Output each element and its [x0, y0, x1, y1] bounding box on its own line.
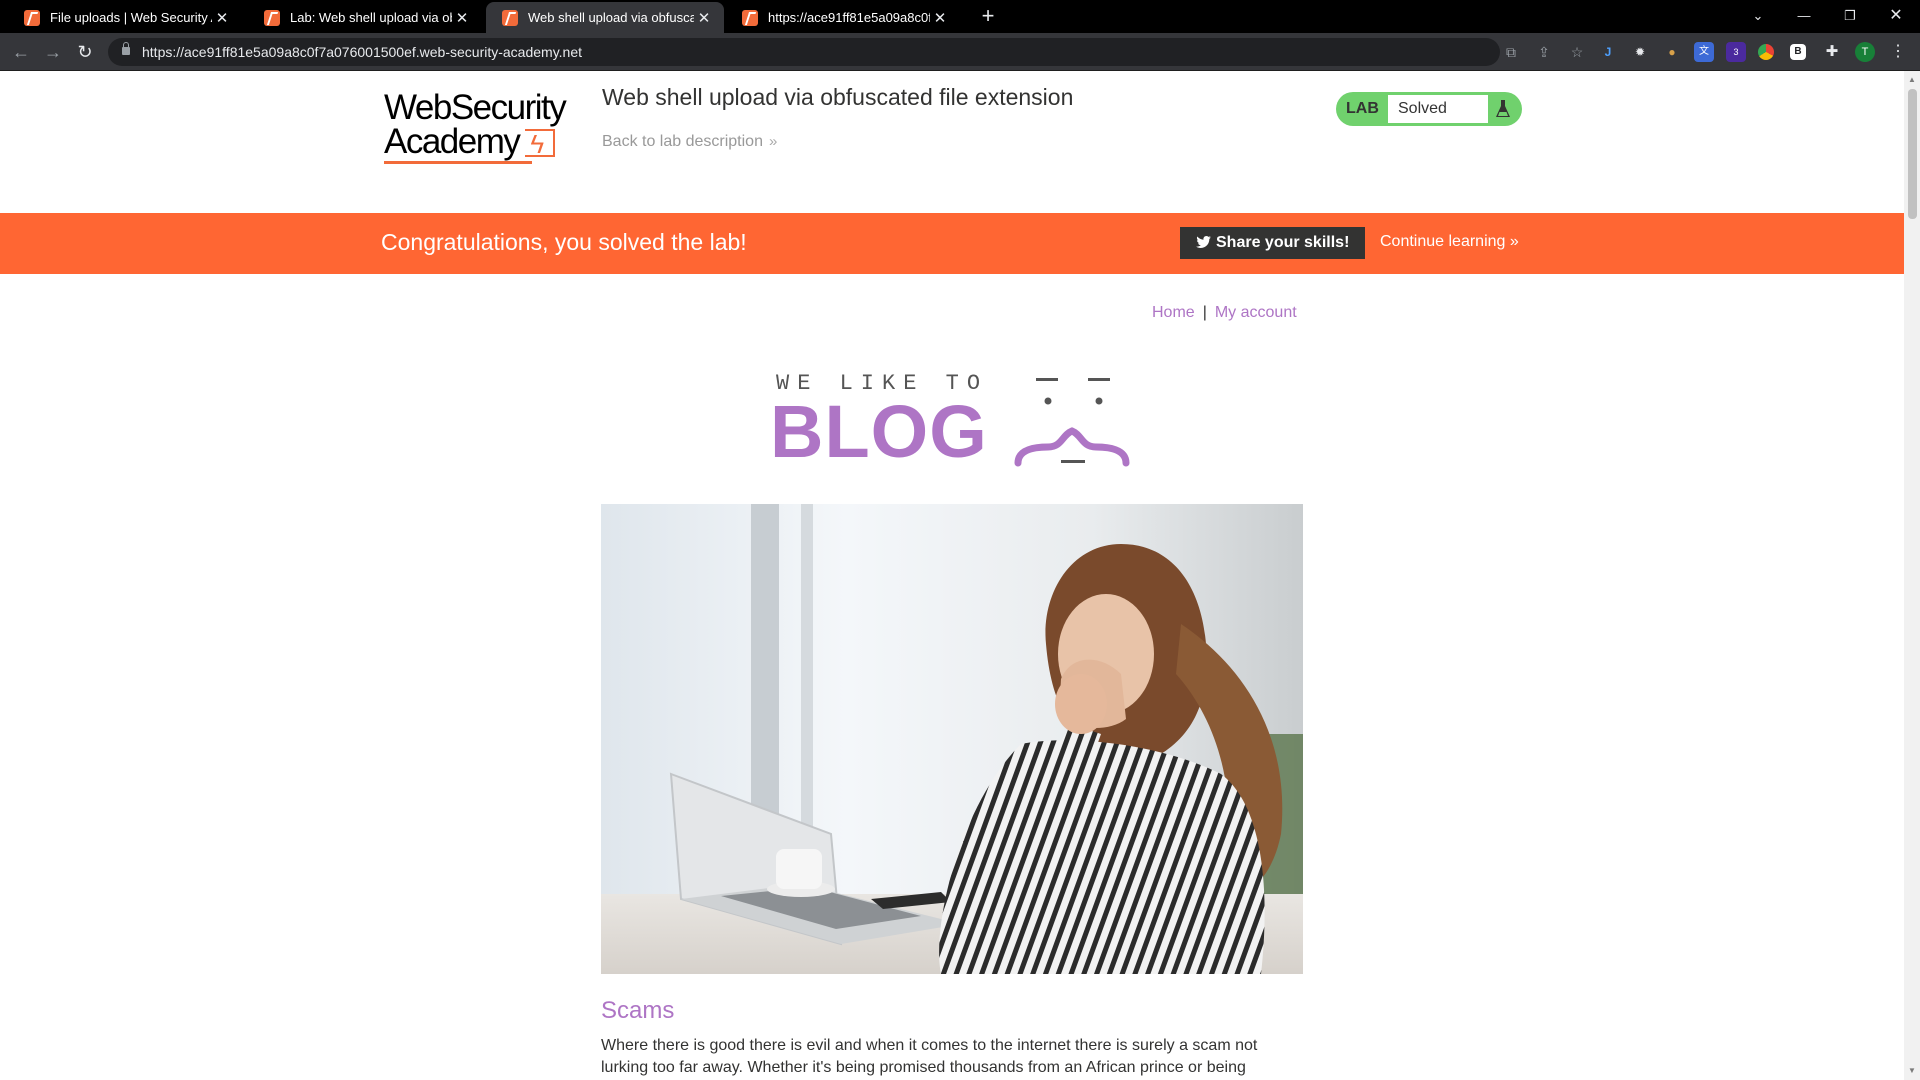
page-scrollbar[interactable]: ▲ ▼: [1904, 71, 1920, 1080]
back-to-lab-description-link[interactable]: Back to lab description »: [602, 133, 777, 151]
extensions-puzzle-icon[interactable]: ✚: [1822, 42, 1842, 62]
extension-badge-count: 3: [1733, 47, 1739, 57]
continue-label: Continue learning: [1380, 233, 1506, 250]
extension-gear-icon[interactable]: ✹: [1630, 42, 1650, 62]
blog-logo: WE LIKE TO BLOG: [770, 371, 1130, 481]
twitter-bird-icon: [1196, 236, 1211, 248]
scroll-down-arrow-icon[interactable]: ▼: [1907, 1066, 1917, 1076]
new-tab-icon[interactable]: +: [976, 4, 1000, 28]
scrollbar-thumb[interactable]: [1908, 89, 1917, 219]
tab-title: Lab: Web shell upload via obfusc: [290, 10, 452, 25]
profile-avatar[interactable]: T: [1855, 42, 1875, 62]
bookmark-star-icon[interactable]: ☆: [1568, 43, 1586, 61]
lock-icon[interactable]: [122, 42, 130, 55]
lightning-bolt-icon: [525, 127, 556, 161]
portswigger-favicon-icon: [502, 9, 518, 26]
forward-arrow-icon[interactable]: →: [41, 40, 65, 64]
extension-badge-icon[interactable]: 3: [1726, 42, 1746, 62]
extension-chrome-icon[interactable]: [1758, 44, 1774, 60]
portswigger-favicon-icon: [264, 9, 280, 26]
blog-post-image[interactable]: [601, 504, 1303, 974]
scroll-up-arrow-icon[interactable]: ▲: [1907, 75, 1917, 85]
browser-tab-active[interactable]: Web shell upload via obfuscated ✕: [486, 2, 724, 33]
page-viewport: WebSecurity Academy Web shell upload via…: [0, 71, 1904, 1080]
tab-title: File uploads | Web Security Acad: [50, 10, 212, 25]
browser-tab[interactable]: https://ace91ff81e5a09a8c0f7a07 ✕: [726, 2, 960, 33]
lab-status-widget: LAB Solved: [1336, 92, 1522, 126]
blog-logo-title: BLOG: [770, 390, 988, 473]
portswigger-favicon-icon: [742, 9, 758, 26]
blog-face-icon: [1014, 378, 1130, 467]
double-chevron-right-icon: »: [1509, 233, 1519, 250]
lab-title: Web shell upload via obfuscated file ext…: [602, 84, 1074, 110]
my-account-link[interactable]: My account: [1215, 304, 1297, 321]
congratulations-message: Congratulations, you solved the lab!: [381, 229, 747, 255]
lab-status-label: Solved: [1388, 95, 1488, 123]
share-icon[interactable]: ⇪: [1535, 43, 1553, 61]
blog-post-summary: Where there is good there is evil and wh…: [601, 1037, 1258, 1076]
back-arrow-icon[interactable]: ←: [9, 40, 33, 64]
browser-tab-bar: File uploads | Web Security Acad ✕ Lab: …: [0, 0, 1920, 33]
close-tab-icon[interactable]: ✕: [694, 9, 714, 27]
translate-icon[interactable]: ⧉: [1502, 43, 1520, 61]
close-tab-icon[interactable]: ✕: [452, 9, 472, 27]
logo-underline: [384, 161, 532, 164]
blog-nav: Home | My account: [1152, 304, 1297, 322]
extension-translate-icon[interactable]: 文: [1694, 42, 1714, 62]
reload-icon[interactable]: ↻: [73, 40, 97, 64]
back-link-label: Back to lab description: [602, 133, 763, 150]
share-label: Share your skills!: [1216, 234, 1350, 251]
browser-tab[interactable]: Lab: Web shell upload via obfusc ✕: [248, 2, 482, 33]
tab-title: Web shell upload via obfuscated: [528, 10, 694, 25]
browser-toolbar: ← → ↻ https://ace91ff81e5a09a8c0f7a07600…: [0, 33, 1920, 71]
blog-post-title[interactable]: Scams: [601, 997, 674, 1025]
url-text[interactable]: https://ace91ff81e5a09a8c0f7a076001500ef…: [142, 44, 582, 60]
restore-icon[interactable]: ❐: [1836, 4, 1864, 28]
tab-search-chevron-icon[interactable]: ⌄: [1744, 4, 1772, 28]
double-chevron-right-icon: »: [768, 133, 778, 150]
share-your-skills-button[interactable]: Share your skills!: [1180, 227, 1365, 259]
minimize-icon[interactable]: —: [1790, 4, 1818, 28]
browser-menu-icon[interactable]: ⋮: [1888, 42, 1908, 62]
flask-icon: [1496, 100, 1510, 117]
browser-tab[interactable]: File uploads | Web Security Acad ✕: [8, 2, 242, 33]
solved-banner: Congratulations, you solved the lab! Sha…: [0, 213, 1904, 274]
close-tab-icon[interactable]: ✕: [930, 9, 950, 27]
continue-learning-link[interactable]: Continue learning »: [1380, 233, 1519, 251]
extension-cookie-icon[interactable]: ●: [1662, 42, 1682, 62]
logo-line-academy-row: Academy: [384, 122, 584, 161]
lab-tag: LAB: [1346, 100, 1379, 117]
web-security-academy-logo[interactable]: WebSecurity Academy: [384, 88, 584, 167]
extension-j-icon[interactable]: J: [1598, 42, 1618, 62]
logo-line-academy: Academy: [384, 122, 521, 161]
portswigger-favicon-icon: [24, 9, 40, 26]
logo-line-websecurity: WebSecurity: [384, 88, 567, 127]
extension-b-icon[interactable]: B: [1790, 44, 1806, 60]
home-link[interactable]: Home: [1152, 304, 1195, 321]
nav-separator: |: [1202, 304, 1207, 321]
close-tab-icon[interactable]: ✕: [212, 9, 232, 27]
tab-title: https://ace91ff81e5a09a8c0f7a07: [768, 10, 930, 25]
address-bar[interactable]: https://ace91ff81e5a09a8c0f7a076001500ef…: [108, 38, 1583, 66]
close-window-icon[interactable]: ✕: [1882, 4, 1910, 28]
